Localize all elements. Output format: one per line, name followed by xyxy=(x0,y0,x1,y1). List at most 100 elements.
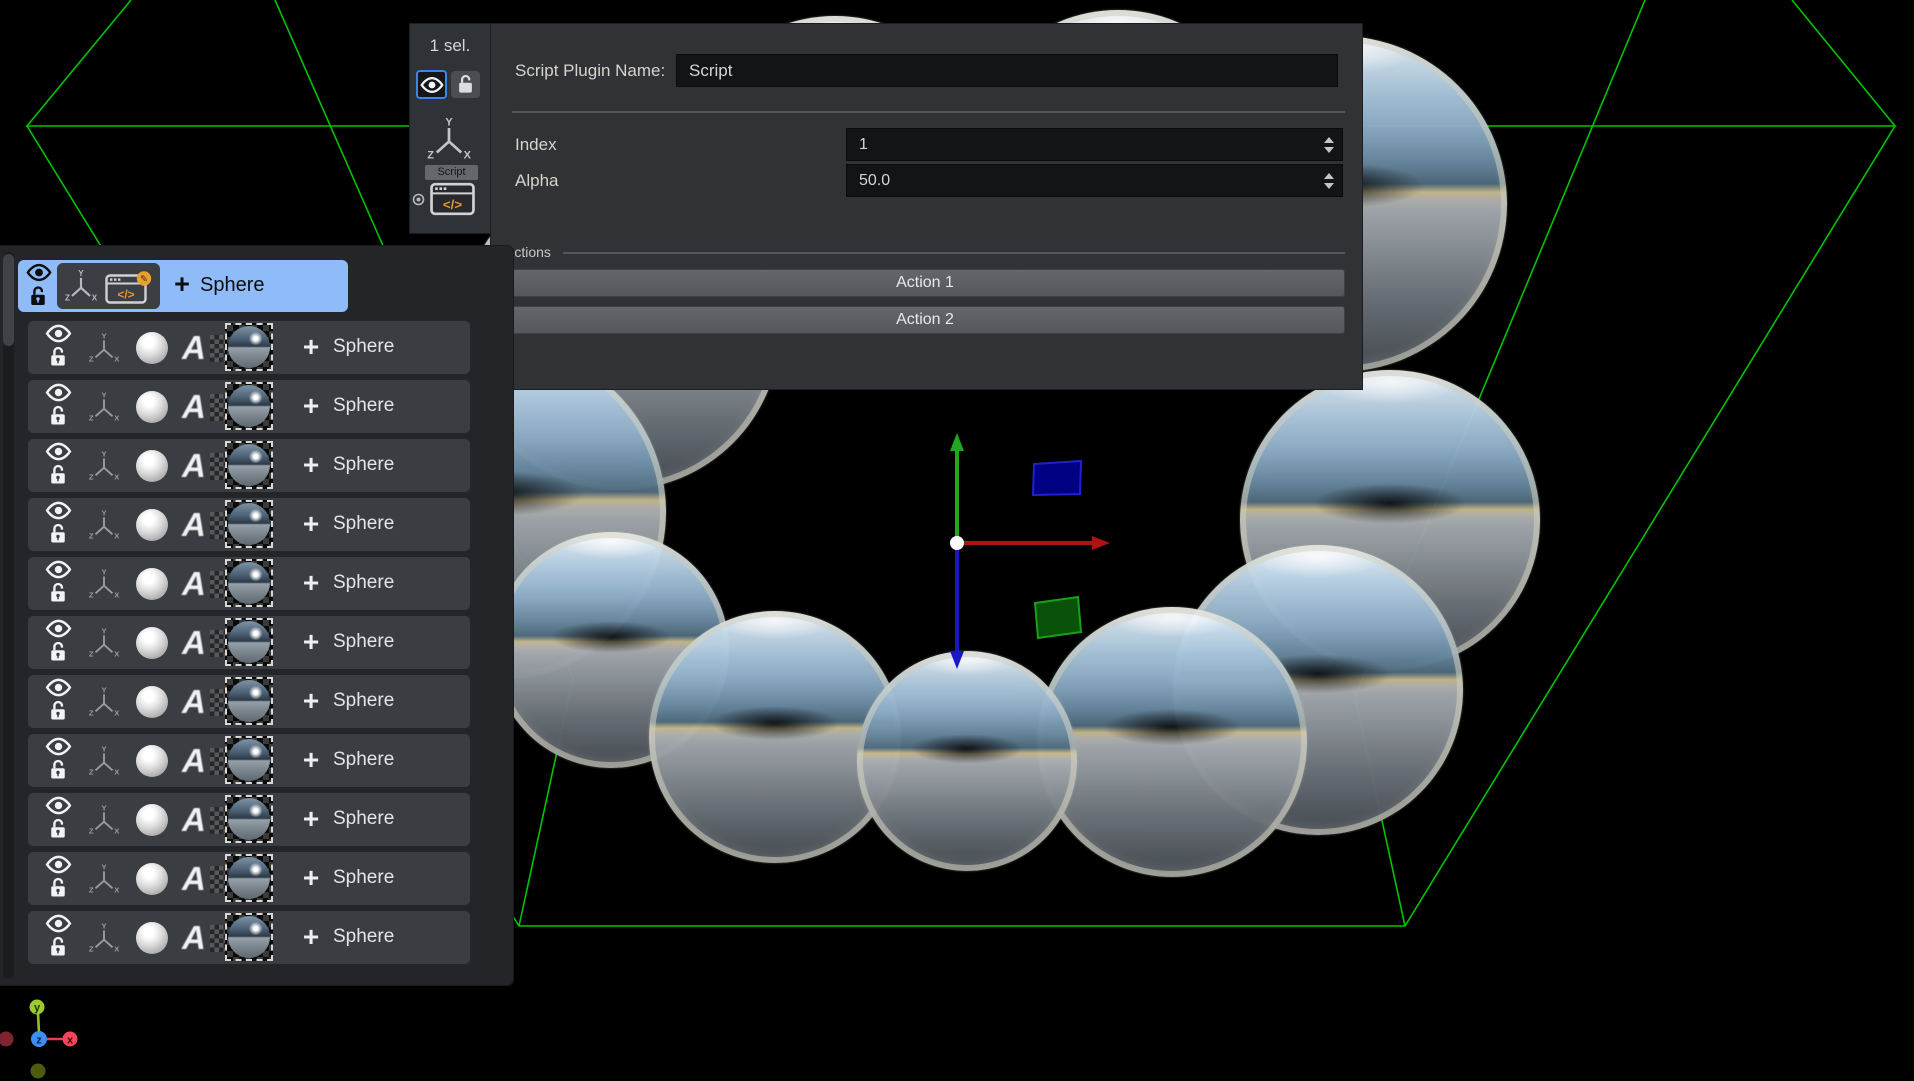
unlock-icon[interactable] xyxy=(49,640,67,664)
list-item[interactable]: Y Z X A + Sphere xyxy=(28,557,470,610)
index-field[interactable] xyxy=(846,128,1343,161)
lock-toggle-button[interactable] xyxy=(451,71,480,98)
eye-icon[interactable] xyxy=(45,737,72,756)
unlock-icon[interactable] xyxy=(49,463,67,487)
transform-axes-icon[interactable]: Y Z X xyxy=(87,803,121,837)
matte-sphere-thumbnail[interactable] xyxy=(136,863,168,895)
visibility-toggle-button[interactable] xyxy=(416,70,447,99)
eye-icon[interactable] xyxy=(45,796,72,815)
transform-axes-icon[interactable]: Y Z X xyxy=(87,862,121,896)
scrollbar-thumb[interactable] xyxy=(3,254,14,346)
plugin-name-input[interactable] xyxy=(676,54,1338,87)
alpha-input[interactable] xyxy=(846,164,1343,197)
list-item[interactable]: Y Z X A + Sphere xyxy=(28,380,470,433)
render-preview-thumbnail[interactable] xyxy=(225,559,273,607)
sphere-object[interactable] xyxy=(857,651,1077,871)
alpha-field[interactable] xyxy=(846,164,1343,197)
unlock-icon[interactable] xyxy=(49,345,67,369)
script-plugin-icon[interactable]: </> ✎ xyxy=(105,271,153,305)
unlock-icon[interactable] xyxy=(49,817,67,841)
unlock-icon[interactable] xyxy=(49,522,67,546)
eye-icon[interactable] xyxy=(45,560,72,579)
transform-axes-icon[interactable]: Y Z X xyxy=(87,685,121,719)
radio-icon[interactable] xyxy=(412,193,425,206)
plane-quad-green[interactable] xyxy=(1035,597,1081,638)
plane-quad-blue[interactable] xyxy=(1033,461,1081,495)
render-preview-thumbnail[interactable] xyxy=(225,854,273,902)
list-item[interactable]: Y Z X A + Sphere xyxy=(28,852,470,905)
list-item[interactable]: Y Z X A + Sphere xyxy=(28,675,470,728)
sphere-object[interactable] xyxy=(1037,607,1307,877)
list-item[interactable]: Y Z X A + Sphere xyxy=(28,498,470,551)
eye-icon[interactable] xyxy=(26,263,52,282)
transform-axes-icon[interactable]: Y Z X xyxy=(87,626,121,660)
transform-axes-icon[interactable]: Y Z X xyxy=(87,449,121,483)
transform-axes-icon[interactable]: Y Z X xyxy=(87,390,121,424)
eye-icon[interactable] xyxy=(45,324,72,343)
matte-sphere-thumbnail[interactable] xyxy=(136,568,168,600)
list-item[interactable]: Y Z X A + Sphere xyxy=(28,734,470,787)
list-item[interactable]: Y Z X A + Sphere xyxy=(28,793,470,846)
eye-icon[interactable] xyxy=(45,619,72,638)
matte-sphere-thumbnail[interactable] xyxy=(136,922,168,954)
unlock-icon[interactable] xyxy=(49,758,67,782)
stepper-up-icon[interactable] xyxy=(1324,137,1334,143)
render-preview-thumbnail[interactable] xyxy=(225,795,273,843)
eye-icon[interactable] xyxy=(45,383,72,402)
transform-axes-icon[interactable]: Y Z X xyxy=(87,508,121,542)
render-preview-thumbnail[interactable] xyxy=(225,677,273,725)
render-preview-thumbnail[interactable] xyxy=(225,500,273,548)
unlock-icon[interactable] xyxy=(49,876,67,900)
matte-sphere-thumbnail[interactable] xyxy=(136,804,168,836)
eye-icon[interactable] xyxy=(45,501,72,520)
eye-icon[interactable] xyxy=(45,678,72,697)
render-preview-thumbnail[interactable] xyxy=(225,382,273,430)
list-item[interactable]: Y Z X A + Sphere xyxy=(28,616,470,669)
scrollbar-track[interactable] xyxy=(3,252,14,979)
matte-sphere-thumbnail[interactable] xyxy=(136,745,168,777)
unlock-icon[interactable] xyxy=(49,581,67,605)
index-input[interactable] xyxy=(846,128,1343,161)
index-stepper[interactable] xyxy=(1324,137,1334,153)
matte-sphere-thumbnail[interactable] xyxy=(136,450,168,482)
script-plugin-icon[interactable]: </> xyxy=(430,182,475,216)
stepper-down-icon[interactable] xyxy=(1324,183,1334,189)
gizmo-y-axis-arrow[interactable] xyxy=(950,433,964,537)
unlock-icon[interactable] xyxy=(29,285,47,308)
render-preview-thumbnail[interactable] xyxy=(225,441,273,489)
svg-text:X: X xyxy=(114,650,120,659)
render-preview-thumbnail[interactable] xyxy=(225,736,273,784)
unlock-icon[interactable] xyxy=(49,404,67,428)
eye-icon[interactable] xyxy=(45,914,72,933)
alpha-stepper[interactable] xyxy=(1324,173,1334,189)
matte-sphere-thumbnail[interactable] xyxy=(136,332,168,364)
transform-axes-icon[interactable]: Y Z X xyxy=(424,117,474,161)
transform-axes-icon[interactable]: Y Z X xyxy=(87,331,121,365)
transform-axes-icon[interactable]: Y Z X xyxy=(87,921,121,955)
gizmo-x-axis-arrow[interactable] xyxy=(963,536,1110,550)
stepper-down-icon[interactable] xyxy=(1324,147,1334,153)
action-1-button[interactable]: Action 1 xyxy=(505,269,1345,297)
unlock-icon[interactable] xyxy=(49,935,67,959)
transform-axes-icon[interactable]: Y Z X xyxy=(87,567,121,601)
list-item[interactable]: Y Z X A + Sphere xyxy=(28,439,470,492)
matte-sphere-thumbnail[interactable] xyxy=(136,391,168,423)
list-item-selected[interactable]: Y Z X </> ✎ + Sphere xyxy=(18,260,348,312)
transform-axes-icon[interactable]: Y Z X xyxy=(87,744,121,778)
eye-icon[interactable] xyxy=(45,855,72,874)
eye-icon[interactable] xyxy=(45,442,72,461)
list-item[interactable]: Y Z X A + Sphere xyxy=(28,911,470,964)
matte-sphere-thumbnail[interactable] xyxy=(136,509,168,541)
viewport[interactable]: 1 sel. Y Z X Script xyxy=(0,0,1914,1081)
transform-axes-icon[interactable]: Y Z X xyxy=(63,269,99,303)
matte-sphere-thumbnail[interactable] xyxy=(136,686,168,718)
stepper-up-icon[interactable] xyxy=(1324,173,1334,179)
list-item[interactable]: Y Z X A + Sphere xyxy=(28,321,470,374)
render-preview-thumbnail[interactable] xyxy=(225,618,273,666)
unlock-icon[interactable] xyxy=(49,699,67,723)
render-preview-thumbnail[interactable] xyxy=(225,323,273,371)
action-2-button[interactable]: Action 2 xyxy=(505,306,1345,334)
gizmo-center-handle[interactable] xyxy=(950,536,964,550)
render-preview-thumbnail[interactable] xyxy=(225,913,273,961)
matte-sphere-thumbnail[interactable] xyxy=(136,627,168,659)
